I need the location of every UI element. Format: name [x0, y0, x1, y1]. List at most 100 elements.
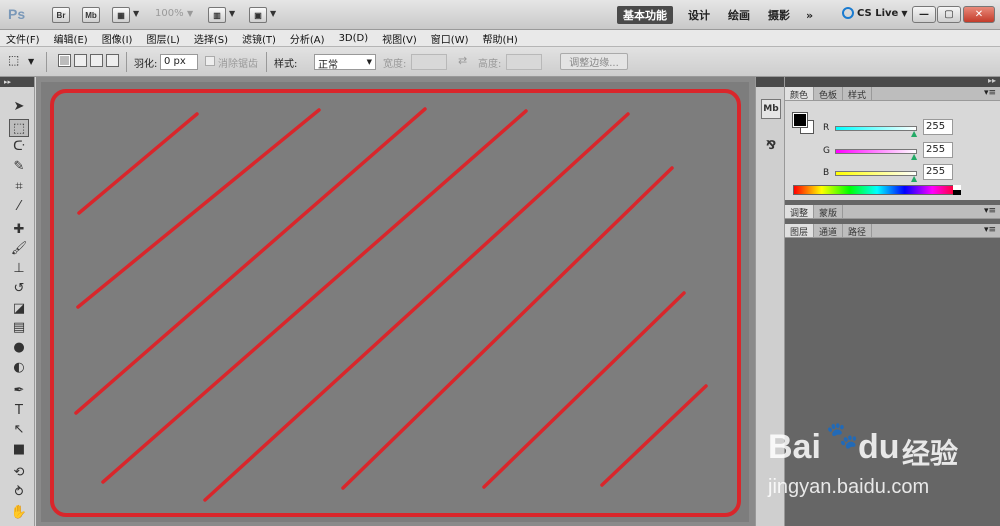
workspace-design[interactable]: 设计	[682, 6, 716, 24]
dock-collapse-handle[interactable]	[756, 77, 784, 87]
slider-thumb-icon[interactable]: ▲	[911, 152, 917, 161]
height-input[interactable]	[506, 54, 542, 70]
slider-thumb-icon[interactable]: ▲	[911, 174, 917, 183]
chevron-down-icon[interactable]: ▼	[187, 9, 193, 18]
3d-orbit-tool-icon[interactable]: ⥁	[9, 483, 29, 501]
healing-brush-tool-icon[interactable]: ✚	[9, 220, 29, 238]
panel-menu-icon[interactable]: ▾≡	[984, 88, 996, 98]
black-white-swatch[interactable]	[953, 185, 961, 195]
channel-g-input[interactable]: 255	[923, 142, 953, 158]
tab-channels[interactable]: 通道	[814, 224, 844, 238]
channel-b-slider[interactable]	[835, 171, 917, 176]
tab-layers[interactable]: 图层	[785, 224, 815, 238]
foreground-color-swatch[interactable]	[792, 112, 808, 128]
eraser-tool-icon[interactable]: ◪	[9, 299, 29, 317]
feather-input[interactable]: 0 px	[160, 54, 198, 70]
color-spectrum-bar[interactable]	[793, 185, 961, 195]
hand-tool-icon[interactable]: ✋	[9, 503, 29, 521]
channel-r-slider[interactable]	[835, 126, 917, 131]
menu-view[interactable]: 视图(V)	[382, 31, 417, 46]
menu-select[interactable]: 选择(S)	[194, 31, 228, 46]
menu-window[interactable]: 窗口(W)	[431, 31, 469, 46]
new-selection-button[interactable]	[58, 54, 71, 67]
cs-live-button[interactable]: CS Live ▼	[842, 7, 907, 19]
document-canvas[interactable]	[41, 82, 749, 522]
move-tool-icon[interactable]: ➤	[9, 97, 29, 115]
antialias-checkbox[interactable]	[205, 56, 215, 66]
menu-filter[interactable]: 滤镜(T)	[242, 31, 276, 46]
marquee-tool-icon[interactable]: ⬚	[9, 119, 29, 137]
add-selection-button[interactable]	[74, 54, 87, 67]
toolbox-collapse-handle[interactable]: ▸▸	[0, 77, 34, 87]
more-workspaces-button[interactable]: »	[800, 6, 819, 24]
gradient-tool-icon[interactable]: ▤	[9, 318, 29, 336]
bridge-button[interactable]: Br	[52, 7, 70, 23]
crop-tool-icon[interactable]: ⌗	[9, 177, 29, 195]
close-button[interactable]: ✕	[963, 6, 995, 23]
menu-image[interactable]: 图像(I)	[102, 31, 133, 46]
chevron-down-icon[interactable]: ▼	[270, 9, 276, 18]
tab-paths[interactable]: 路径	[843, 224, 873, 238]
canvas-area[interactable]	[36, 77, 755, 526]
history-brush-tool-icon[interactable]: ↺	[9, 279, 29, 297]
minimize-button[interactable]: —	[912, 6, 936, 23]
panel-menu-icon[interactable]: ▾≡	[984, 225, 996, 235]
subtract-selection-button[interactable]	[90, 54, 103, 67]
eyedropper-tool-icon[interactable]: ⁄	[9, 197, 29, 215]
channel-b-input[interactable]: 255	[923, 164, 953, 180]
blur-tool-icon[interactable]: ●	[9, 338, 29, 356]
clone-stamp-tool-icon[interactable]: ⊥	[9, 259, 29, 277]
menu-edit[interactable]: 编辑(E)	[54, 31, 88, 46]
intersect-selection-button[interactable]	[106, 54, 119, 67]
menu-analysis[interactable]: 分析(A)	[290, 31, 325, 46]
chevron-down-icon[interactable]: ▼	[133, 9, 139, 18]
width-input[interactable]	[411, 54, 447, 70]
rectangle-tool-icon[interactable]: ■	[9, 440, 29, 458]
tab-adjustments[interactable]: 调整	[785, 205, 815, 219]
view-extras-button[interactable]: ▦	[112, 7, 130, 23]
tab-color[interactable]: 颜色	[785, 87, 815, 101]
channel-r-input[interactable]: 255	[923, 119, 953, 135]
mini-bridge-panel-button[interactable]: Mb	[761, 99, 781, 119]
menu-layer[interactable]: 图层(L)	[146, 31, 179, 46]
workspace-photography[interactable]: 摄影	[762, 6, 796, 24]
panel-menu-icon[interactable]: ▾≡	[984, 206, 996, 216]
slider-thumb-icon[interactable]: ▲	[911, 129, 917, 138]
channel-r-label: R	[823, 123, 830, 133]
marquee-preset-icon[interactable]: ⬚	[8, 53, 19, 67]
workspace-painting[interactable]: 绘画	[722, 6, 756, 24]
height-label: 高度:	[478, 59, 502, 70]
style-select[interactable]: 正常 ▼	[314, 54, 376, 71]
type-tool-icon[interactable]: T	[9, 401, 29, 419]
color-panel-tabs: 颜色 色板 样式 ▾≡	[785, 87, 1000, 101]
menu-help[interactable]: 帮助(H)	[483, 31, 518, 46]
history-panel-icon[interactable]: ⅋	[761, 135, 781, 155]
width-label: 宽度:	[383, 59, 407, 70]
3d-rotate-tool-icon[interactable]: ⟲	[9, 463, 29, 481]
chevron-down-icon[interactable]: ▼	[28, 57, 34, 66]
restore-button[interactable]: ▢	[937, 6, 961, 23]
swap-icon[interactable]: ⇄	[458, 54, 467, 67]
channel-g-slider[interactable]	[835, 149, 917, 154]
pen-tool-icon[interactable]: ✒	[9, 381, 29, 399]
menu-file[interactable]: 文件(F)	[6, 31, 40, 46]
workspace-essentials[interactable]: 基本功能	[617, 6, 673, 24]
dodge-tool-icon[interactable]: ◐	[9, 358, 29, 376]
quick-select-tool-icon[interactable]: ✎	[9, 157, 29, 175]
arrange-documents-button[interactable]: ▥	[208, 7, 226, 23]
screen-mode-button[interactable]: ▣	[249, 7, 267, 23]
tab-masks[interactable]: 蒙版	[814, 205, 844, 219]
tab-swatches[interactable]: 色板	[814, 87, 844, 101]
menu-3d[interactable]: 3D(D)	[339, 33, 369, 44]
refine-edge-button[interactable]: 调整边缘...	[560, 53, 628, 70]
panel-header[interactable]: ▸▸	[785, 76, 1000, 87]
tab-styles[interactable]: 样式	[843, 87, 873, 101]
path-select-tool-icon[interactable]: ↖	[9, 420, 29, 438]
watermark-url: jingyan.baidu.com	[768, 476, 930, 498]
lasso-tool-icon[interactable]: ᑢ	[9, 137, 29, 155]
mini-bridge-button[interactable]: Mb	[82, 7, 100, 23]
brush-tool-icon[interactable]: 🖌	[9, 239, 29, 257]
collapse-arrows-icon[interactable]: ▸▸	[988, 76, 996, 85]
zoom-level[interactable]: 100%	[155, 8, 184, 19]
chevron-down-icon[interactable]: ▼	[229, 9, 235, 18]
